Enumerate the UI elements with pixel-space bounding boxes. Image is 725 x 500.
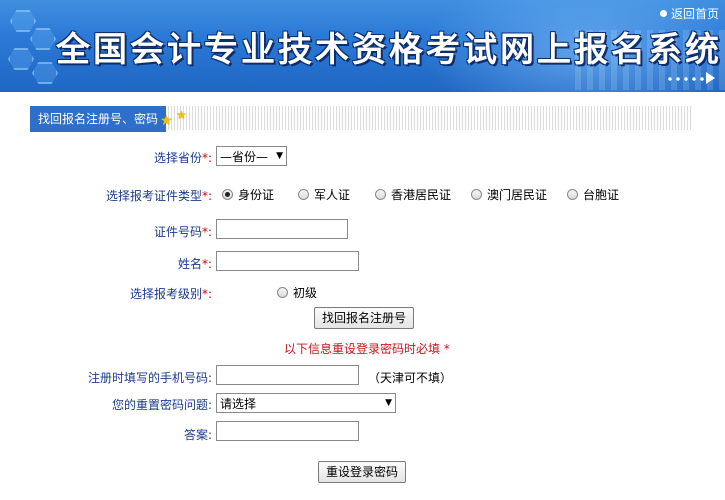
required-mark: *: [201,287,212,301]
id-type-radio-id-card[interactable]: 身份证 [222,186,298,203]
name-label-text: 姓名 [177,257,202,271]
radio-unchecked-icon [471,189,482,200]
answer-label: 答案: [183,428,212,442]
id-number-input[interactable] [216,219,348,239]
required-mark: *: [201,257,212,271]
id-number-label-text: 证件号码 [153,225,202,239]
question-select-value: 请选择 [220,396,257,411]
radio-label: 香港居民证 [391,188,452,202]
level-radio-group: 初级 [277,284,317,301]
radio-unchecked-icon [298,189,309,200]
id-type-radio-taiwan[interactable]: 台胞证 [567,186,619,203]
phone-label: 注册时填写的手机号码: [87,371,212,385]
radio-label: 身份证 [238,188,275,202]
required-mark: *: [201,151,212,165]
chevron-down-icon: ▼ [385,398,392,408]
site-title: 全国会计专业技术资格考试网上报名系统 [56,30,722,70]
find-registration-button[interactable]: 找回报名注册号 [314,307,415,329]
required-mark: *: [201,189,212,203]
section-tab: 找回报名注册号、密码 [30,106,167,132]
level-label: 选择报考级别*: [90,285,212,302]
answer-input[interactable] [216,421,359,441]
id-type-radio-macau[interactable]: 澳门居民证 [471,186,567,203]
id-type-label-text: 选择报考证件类型 [105,189,202,203]
question-label: 您的重置密码问题: [111,398,212,412]
id-number-label: 证件号码*: [90,223,212,240]
question-select[interactable]: 请选择 ▼ [216,393,396,413]
name-input[interactable] [216,251,359,271]
reset-password-button[interactable]: 重设登录密码 [318,461,407,483]
level-label-text: 选择报考级别 [129,287,202,301]
radio-label: 军人证 [314,188,351,202]
radio-label: 初级 [293,286,318,300]
bullet-icon [659,10,667,17]
province-label-text: 选择省份 [153,151,202,165]
hexagon-decoration [30,28,56,50]
star-icon: ★ [176,108,187,122]
province-select-value: —省份— [220,149,269,164]
required-mark: *: [201,225,212,239]
star-icon: ★ [160,113,173,129]
radio-label: 澳门居民证 [487,188,548,202]
radio-label: 台胞证 [583,188,620,202]
header-banner: 全国会计专业技术资格考试网上报名系统 [0,0,725,92]
id-type-radio-military[interactable]: 军人证 [298,186,375,203]
required-notice: 以下信息重设登录密码时必填 * [284,342,450,356]
dots-decoration [666,76,706,82]
level-radio-junior[interactable]: 初级 [277,284,317,301]
id-type-radio-hongkong[interactable]: 香港居民证 [375,186,471,203]
radio-unchecked-icon [277,287,288,298]
chevron-down-icon: ▼ [276,151,283,161]
phone-input[interactable] [216,365,359,385]
province-label: 选择省份*: [90,149,212,166]
id-type-radio-group: 身份证 军人证 香港居民证 澳门居民证 台胞证 [222,186,619,203]
phone-hint: （天津可不填） [368,371,453,385]
radio-checked-icon [222,189,233,200]
province-select[interactable]: —省份— ▼ [216,146,287,166]
radio-unchecked-icon [567,189,578,200]
home-link-label: 返回首页 [670,7,719,21]
home-link[interactable]: 返回首页 [659,5,719,22]
hexagon-decoration [32,62,58,84]
id-type-label: 选择报考证件类型*: [60,187,212,204]
hexagon-decoration [8,48,34,70]
hexagon-decoration [10,10,36,32]
arrow-right-icon [706,72,715,84]
name-label: 姓名*: [90,255,212,272]
radio-unchecked-icon [375,189,386,200]
